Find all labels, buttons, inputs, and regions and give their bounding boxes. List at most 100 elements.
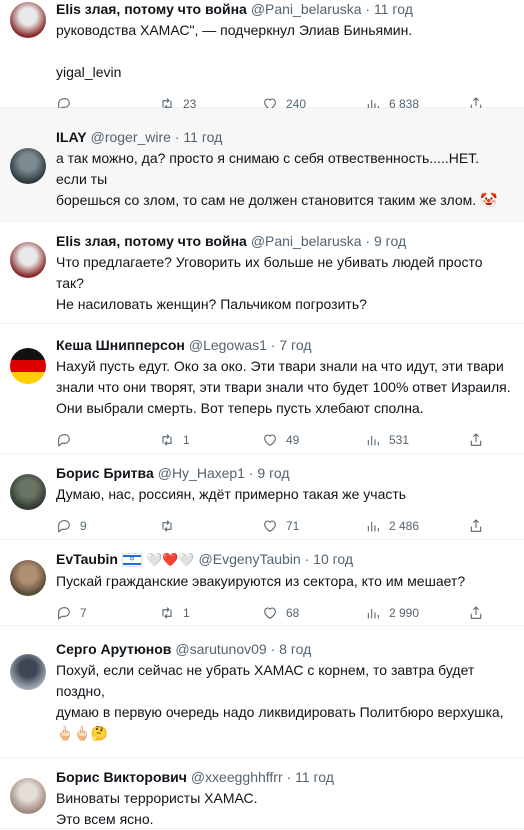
reply-button[interactable]: 9: [56, 518, 159, 534]
likes-count: 68: [286, 606, 300, 620]
avatar[interactable]: [10, 348, 46, 384]
tweet-text-line: Виноваты террористы ХАМАС.: [56, 790, 258, 806]
author-handle[interactable]: @roger_wire: [91, 129, 171, 145]
avatar-column: [0, 550, 56, 625]
tweet-text-line: Думаю, нас, россиян, ждёт примерно такая…: [56, 486, 407, 502]
timestamp[interactable]: 11 год: [183, 129, 222, 145]
avatar-column: [0, 0, 56, 107]
tweet-content: Серго Арутюнов @sarutunov09 · 8 год Похуй,…: [56, 640, 524, 772]
avatar[interactable]: [10, 654, 46, 690]
timestamp[interactable]: 7 год: [279, 337, 311, 353]
tweet-content: Борис Бритва @Ну_Нахер1 · 9 год Думаю, нас…: [56, 464, 524, 539]
author-handle[interactable]: @EvgenyTaubin: [199, 551, 301, 567]
author-name[interactable]: Борис Бритва: [56, 465, 154, 481]
timestamp[interactable]: 9 год: [374, 233, 406, 249]
avatar-column: [0, 640, 56, 757]
tweet-content: Кеша Шнипперсон @Legowas1 · 7 год Нахуй пу…: [56, 336, 524, 453]
author-name[interactable]: ILAY: [56, 129, 87, 145]
retweet-button[interactable]: 1: [159, 605, 262, 621]
reply-button[interactable]: [56, 432, 159, 448]
avatar[interactable]: [10, 560, 46, 596]
timestamp[interactable]: 10 год: [313, 551, 353, 567]
tweet-header: Кеша Шнипперсон @Legowas1 · 7 год: [56, 336, 512, 354]
avatar[interactable]: [10, 2, 46, 38]
tweet-text-line: Похуй, если сейчас не убрать ХАМАС с кор…: [56, 662, 475, 699]
views-button[interactable]: 2 486: [365, 518, 468, 534]
tweet-text: Думаю, нас, россиян, ждёт примерно такая…: [56, 484, 512, 505]
retweets-count: 1: [183, 606, 190, 620]
reply-button[interactable]: 7: [56, 605, 159, 621]
author-name[interactable]: Elis злая, потому что война: [56, 1, 247, 17]
author-handle[interactable]: @Ну_Нахер1: [158, 465, 245, 481]
retweet-button[interactable]: 1: [159, 432, 262, 448]
share-button[interactable]: [468, 432, 498, 448]
views-count: 2 990: [389, 606, 420, 620]
tweet[interactable]: Серго Арутюнов @sarutunov09 · 8 год Похуй,…: [0, 626, 524, 772]
like-button[interactable]: 68: [262, 605, 365, 621]
separator-dot: ·: [170, 129, 184, 145]
timestamp[interactable]: 11 год: [295, 769, 334, 785]
tweet-text-line: Они выбрали смерть. Вот теперь пусть хле…: [56, 400, 424, 416]
tweet-text-line: 🖕🏻🖕🏻🤔: [56, 725, 109, 741]
retweet-button[interactable]: [159, 518, 262, 534]
author-name[interactable]: Серго Арутюнов: [56, 641, 171, 657]
tweet-text-line: борешься со злом, то сам не должен стано…: [56, 192, 498, 208]
israel-flag-icon: ✡: [121, 553, 142, 568]
author-handle[interactable]: @Legowas1: [189, 337, 267, 353]
author-name[interactable]: EvTaubin: [56, 551, 118, 567]
author-handle[interactable]: @Pani_belaruska: [251, 233, 362, 249]
tweet-actions: 7 1 68 2 990: [56, 598, 512, 628]
tweet[interactable]: ILAY @roger_wire · 11 год а так можно, да?…: [0, 108, 524, 239]
avatar[interactable]: [10, 474, 46, 510]
tweet[interactable]: Elis злая, потому что война @Pani_belarus…: [0, 222, 524, 343]
tweet-header: Elis злая, потому что война @Pani_belarus…: [56, 0, 512, 18]
views-button[interactable]: 2 990: [365, 605, 468, 621]
tweet-text-line: Что предлагаете? Уговорить их больше не …: [56, 254, 483, 291]
tweet-text: руководства ХАМАС", — подчеркнул Элиав Б…: [56, 20, 512, 83]
tweet-header: Борис Викторович @xxeegghhffrr · 11 год: [56, 768, 512, 786]
share-icon: [468, 432, 492, 448]
timestamp[interactable]: 9 год: [257, 465, 289, 481]
separator-dot: ·: [244, 465, 258, 481]
retweets-count: 1: [183, 433, 190, 447]
author-name[interactable]: Кеша Шнипперсон: [56, 337, 185, 353]
tweet[interactable]: Борис Бритва @Ну_Нахер1 · 9 год Думаю, нас…: [0, 454, 524, 540]
share-button[interactable]: [468, 605, 498, 621]
tweet[interactable]: EvTaubin ✡ 🤍❤️🤍 @EvgenyTaubin · 10 год Пуска…: [0, 540, 524, 626]
tweet-text: Пускай гражданские эвакуируются из секто…: [56, 571, 512, 592]
author-handle[interactable]: @xxeegghhffrr: [191, 769, 283, 785]
timestamp[interactable]: 8 год: [279, 641, 311, 657]
tweet-header: ILAY @roger_wire · 11 год: [56, 128, 512, 146]
like-button[interactable]: 71: [262, 518, 365, 534]
avatar[interactable]: [10, 778, 46, 814]
tweet[interactable]: Кеша Шнипперсон @Legowas1 · 7 год Нахуй пу…: [0, 324, 524, 454]
avatar[interactable]: [10, 242, 46, 278]
tweet-actions: 1 49 531: [56, 425, 512, 455]
avatar[interactable]: [10, 148, 46, 184]
timestamp[interactable]: 11 год: [374, 1, 413, 17]
like-icon: [262, 432, 286, 448]
tweet-header: Elis злая, потому что война @Pani_belarus…: [56, 232, 512, 250]
tweet-text: Похуй, если сейчас не убрать ХАМАС с кор…: [56, 660, 512, 744]
author-handle[interactable]: @Pani_belaruska: [251, 1, 362, 17]
tweet-text: Виноваты террористы ХАМАС. Это всем ясно.: [56, 788, 512, 830]
author-handle[interactable]: @sarutunov09: [175, 641, 266, 657]
reply-icon: [56, 518, 80, 534]
tweet-text-line: yigal_levin: [56, 64, 122, 80]
views-button[interactable]: 531: [365, 432, 468, 448]
author-name[interactable]: Elis злая, потому что война: [56, 233, 247, 249]
tweet-text: Что предлагаете? Уговорить их больше не …: [56, 252, 512, 315]
tweet[interactable]: Борис Викторович @xxeegghhffrr · 11 год Ви…: [0, 758, 524, 829]
separator-dot: ·: [361, 1, 374, 17]
tweet-text-line: Это всем ясно.: [56, 811, 154, 827]
like-button[interactable]: 49: [262, 432, 365, 448]
avatar-column: [0, 336, 56, 453]
share-icon: [468, 605, 492, 621]
share-icon: [468, 518, 492, 534]
like-icon: [262, 605, 286, 621]
tweet[interactable]: Elis злая, потому что война @Pani_belarus…: [0, 0, 524, 111]
share-button[interactable]: [468, 518, 498, 534]
avatar-column: [0, 232, 56, 323]
retweet-icon: [159, 605, 183, 621]
author-name[interactable]: Борис Викторович: [56, 769, 187, 785]
